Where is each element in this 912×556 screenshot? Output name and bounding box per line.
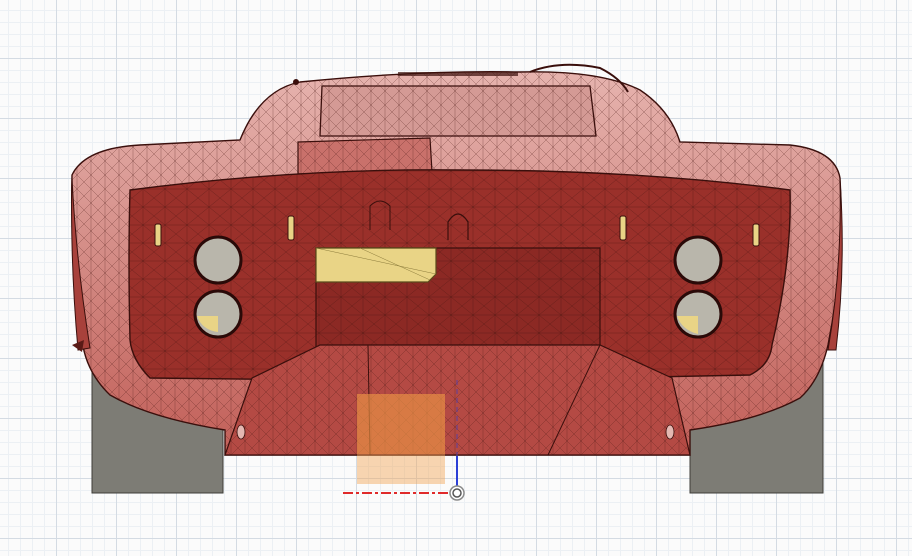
tail-light-left-upper[interactable]: [193, 235, 243, 285]
3d-viewport[interactable]: [0, 0, 912, 556]
rear-window[interactable]: [319, 85, 597, 137]
selected-face-highlight[interactable]: [315, 247, 437, 283]
origin-marker-icon[interactable]: [449, 485, 465, 501]
tail-light-right-lower[interactable]: [673, 289, 723, 339]
engine-cover[interactable]: [297, 137, 433, 175]
tail-light-left-lower[interactable]: [193, 289, 243, 339]
sketch-rectangle[interactable]: [357, 394, 445, 484]
tail-light-right-upper[interactable]: [673, 235, 723, 285]
viewport-canvas[interactable]: [0, 0, 912, 556]
